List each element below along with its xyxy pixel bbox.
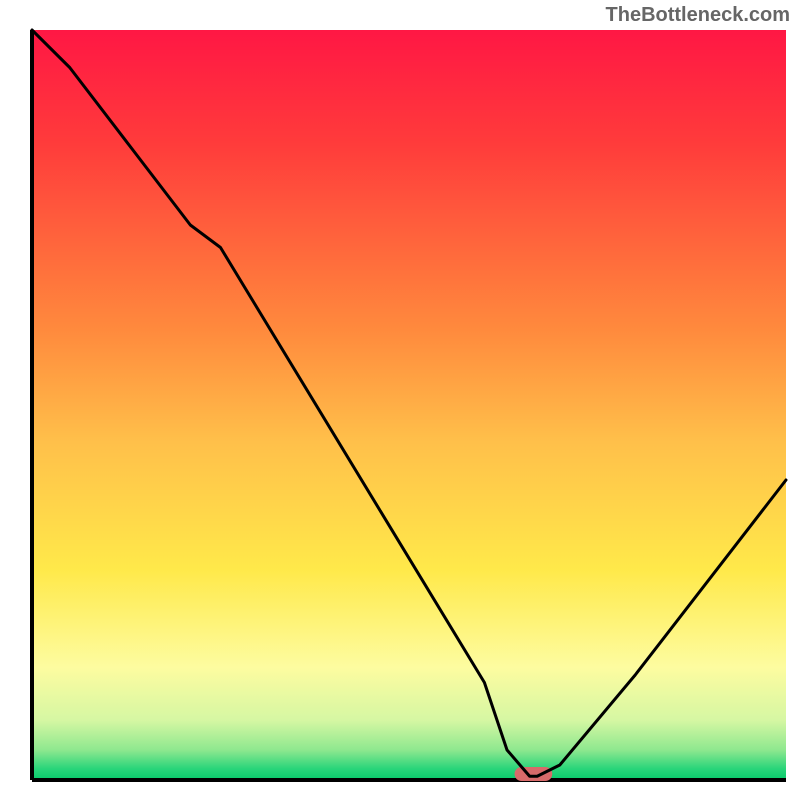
- chart-canvas: [0, 0, 800, 800]
- bottleneck-chart: TheBottleneck.com: [0, 0, 800, 800]
- optimal-marker: [515, 767, 553, 781]
- gradient-background: [32, 30, 786, 780]
- watermark-text: TheBottleneck.com: [606, 4, 790, 27]
